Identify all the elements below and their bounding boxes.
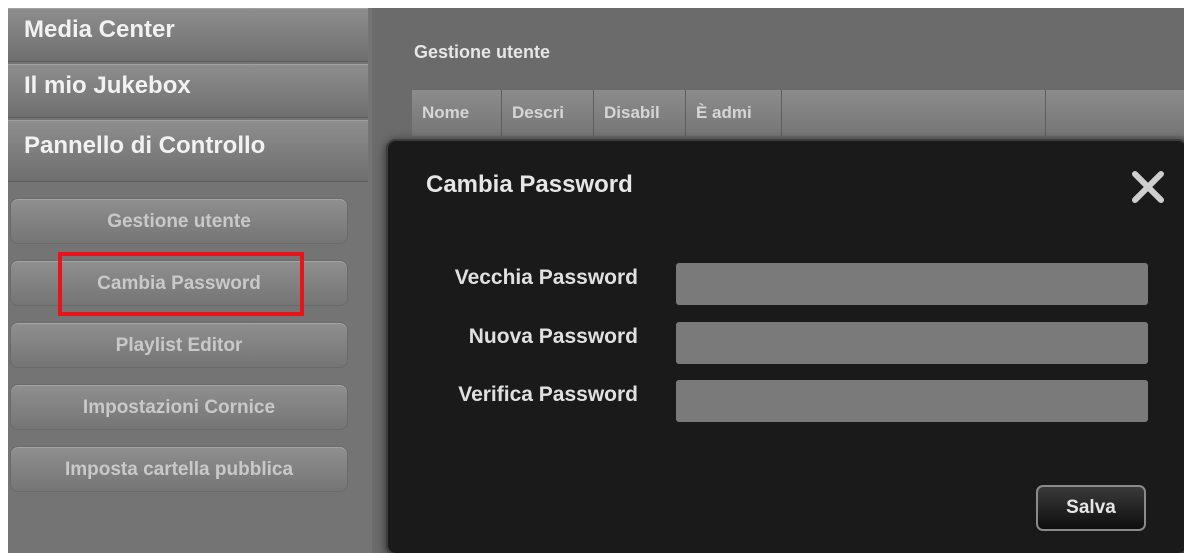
column-header-description[interactable]: Descri (502, 90, 594, 136)
page-title: Gestione utente (414, 42, 551, 62)
dialog-title: Cambia Password (426, 171, 633, 198)
new-password-field[interactable] (676, 322, 1148, 364)
save-button[interactable]: Salva (1036, 485, 1146, 531)
column-header-disabled[interactable]: Disabil (594, 90, 686, 136)
selection-highlight (58, 252, 304, 316)
table-header: Nome Descri Disabil È admi (412, 90, 1184, 136)
new-password-label: Nuova Password (468, 325, 638, 348)
sidebar-item-playlist-editor[interactable]: Playlist Editor (10, 322, 348, 368)
old-password-field[interactable] (676, 263, 1148, 305)
change-password-dialog: Cambia Password Vecchia Password Nuova P… (386, 139, 1184, 553)
app-window: Media Center Il mio Jukebox Pannello di … (8, 8, 1184, 553)
old-password-label: Vecchia Password (454, 266, 638, 289)
sidebar: Media Center Il mio Jukebox Pannello di … (8, 8, 372, 553)
menu-control-panel[interactable]: Pannello di Controllo (8, 120, 368, 182)
sidebar-item-user-management[interactable]: Gestione utente (10, 198, 348, 244)
column-header-name[interactable]: Nome (412, 90, 502, 136)
menu-media-center[interactable]: Media Center (8, 8, 368, 62)
verify-password-label: Verifica Password (458, 383, 638, 406)
column-header-is-admin[interactable]: È admi (686, 90, 782, 136)
sidebar-item-public-folder[interactable]: Imposta cartella pubblica (10, 446, 348, 492)
menu-jukebox[interactable]: Il mio Jukebox (8, 64, 368, 118)
column-header-empty (782, 90, 1046, 136)
sidebar-item-frame-settings[interactable]: Impostazioni Cornice (10, 384, 348, 430)
close-icon[interactable] (1130, 169, 1166, 205)
verify-password-field[interactable] (676, 380, 1148, 422)
